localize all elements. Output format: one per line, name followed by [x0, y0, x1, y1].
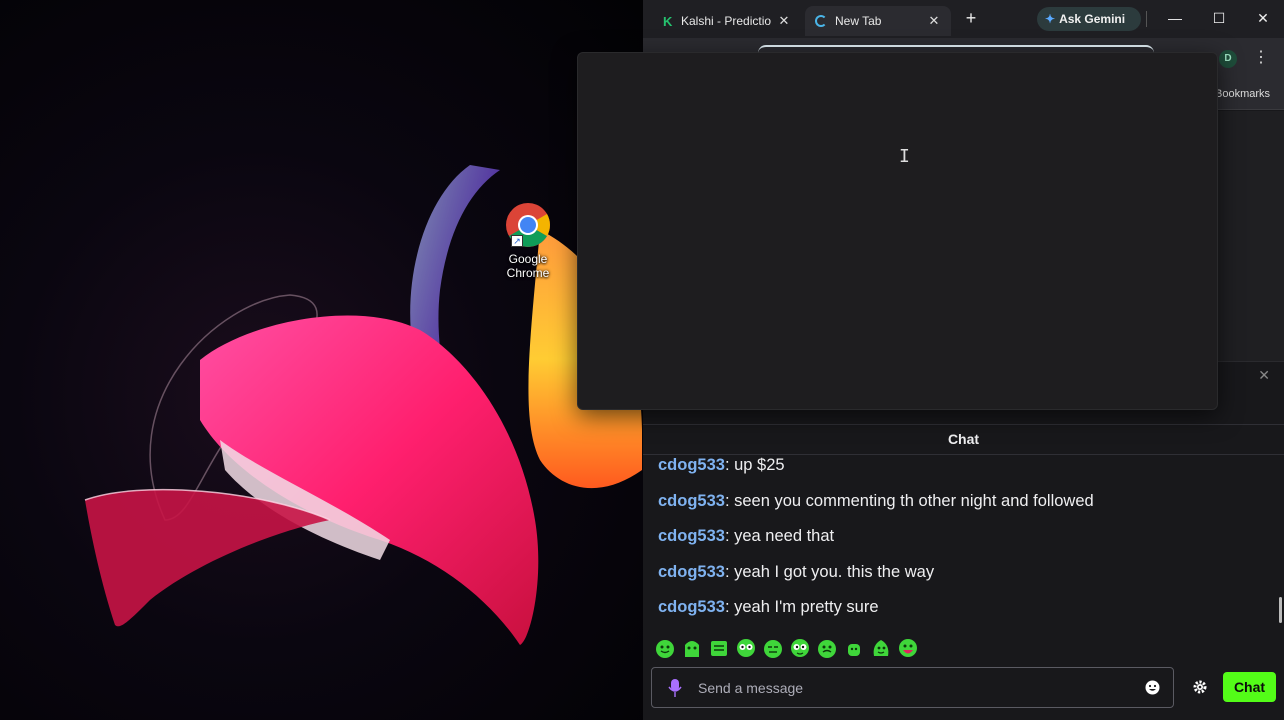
chat-message-list: cdog533: up $25 cdog533: seen you commen… [658, 455, 1268, 633]
gemini-sparkle-icon: ✦ [1045, 12, 1056, 26]
emote-icon[interactable] [789, 637, 811, 659]
chat-send-button[interactable]: Chat [1223, 672, 1276, 702]
chat-message: cdog533: yeah I got you. this the way [658, 562, 1268, 598]
microphone-icon[interactable] [668, 678, 682, 698]
chat-message-input[interactable] [698, 678, 1128, 698]
chat-message-text: : yeah I got you. this the way [724, 562, 935, 581]
omnibox-dropdown-popup[interactable]: I [577, 45, 1218, 410]
bookmarks-folder[interactable]: Bookmarks [1215, 88, 1270, 100]
profile-avatar[interactable]: D [1219, 50, 1237, 68]
desktop-icon-label: Google Chrome [506, 252, 550, 280]
chat-input-box[interactable] [651, 667, 1174, 708]
emote-icon[interactable] [735, 637, 757, 659]
new-tab-button[interactable]: + [959, 8, 983, 30]
chat-message-text: : yeah I'm pretty sure [724, 598, 879, 616]
chat-message: cdog533: yea need that [658, 526, 1268, 562]
wallpaper-artwork [84, 165, 642, 645]
chat-message: cdog533: yeah I'm pretty sure [658, 597, 1268, 633]
emoji-picker-icon[interactable] [1145, 680, 1160, 695]
desktop-icon-google-chrome[interactable]: ↗ Google Chrome [498, 202, 558, 280]
emote-icon[interactable] [708, 637, 730, 659]
tab-strip: K Kalshi - Predictio ✕ New Tab ✕ + ✦ Ask… [643, 0, 1284, 38]
maximize-button[interactable]: ☐ [1207, 8, 1231, 28]
shortcut-arrow-icon: ↗ [511, 235, 523, 247]
chat-username[interactable]: cdog533 [658, 527, 725, 545]
chat-panel: Chat cdog533: up $25 cdog533: seen you c… [643, 424, 1284, 720]
chat-message: cdog533: up $25 [658, 455, 1268, 491]
ask-gemini-label: Ask Gemini [1059, 12, 1126, 26]
kalshi-favicon-icon: K [663, 13, 673, 29]
tab-new-tab[interactable]: New Tab ✕ [805, 6, 951, 36]
chat-username[interactable]: cdog533 [658, 492, 725, 510]
chrome-icon: ↗ [505, 202, 551, 248]
minimize-button[interactable]: — [1163, 8, 1187, 28]
tab-close-icon[interactable]: ✕ [777, 13, 791, 29]
tab-title: New Tab [835, 14, 882, 28]
tab-close-icon[interactable]: ✕ [927, 13, 941, 29]
chat-message: cdog533: seen you commenting th other ni… [658, 491, 1268, 527]
emote-icon[interactable] [681, 637, 703, 659]
chat-username[interactable]: cdog533 [658, 563, 725, 581]
chat-message-text: : seen you commenting th other night and… [724, 491, 1094, 510]
desktop: ↗ Google Chrome [0, 0, 643, 720]
close-icon[interactable]: ✕ [1258, 367, 1270, 384]
close-window-button[interactable]: ✕ [1251, 8, 1275, 28]
tab-kalshi[interactable]: K Kalshi - Predictio ✕ [653, 6, 801, 36]
chat-username[interactable]: cdog533 [658, 456, 725, 474]
chat-message-text: : yea need that [724, 527, 835, 545]
chat-message-text: : up $25 [724, 456, 785, 474]
emote-icon[interactable] [870, 637, 892, 659]
emote-icon[interactable] [843, 637, 865, 659]
emote-icon[interactable] [897, 637, 919, 659]
chat-header: Chat [643, 425, 1284, 455]
tab-title: Kalshi - Predictio [681, 14, 772, 28]
chat-username[interactable]: cdog533 [658, 598, 725, 616]
toolbar-divider [1146, 11, 1147, 27]
emote-icon[interactable] [816, 637, 838, 659]
address-bar-outline [758, 45, 1154, 55]
browser-menu-icon[interactable]: ⋮ [1253, 48, 1269, 70]
loading-spinner-icon [815, 15, 827, 27]
chat-scrollbar[interactable] [1279, 597, 1282, 623]
emote-bar [654, 637, 919, 659]
text-cursor-icon: I [899, 146, 910, 167]
emote-icon[interactable] [654, 637, 676, 659]
chat-settings-gear-icon[interactable] [1192, 679, 1208, 695]
emote-icon[interactable] [762, 637, 784, 659]
ask-gemini-button[interactable]: ✦ Ask Gemini [1037, 7, 1141, 31]
